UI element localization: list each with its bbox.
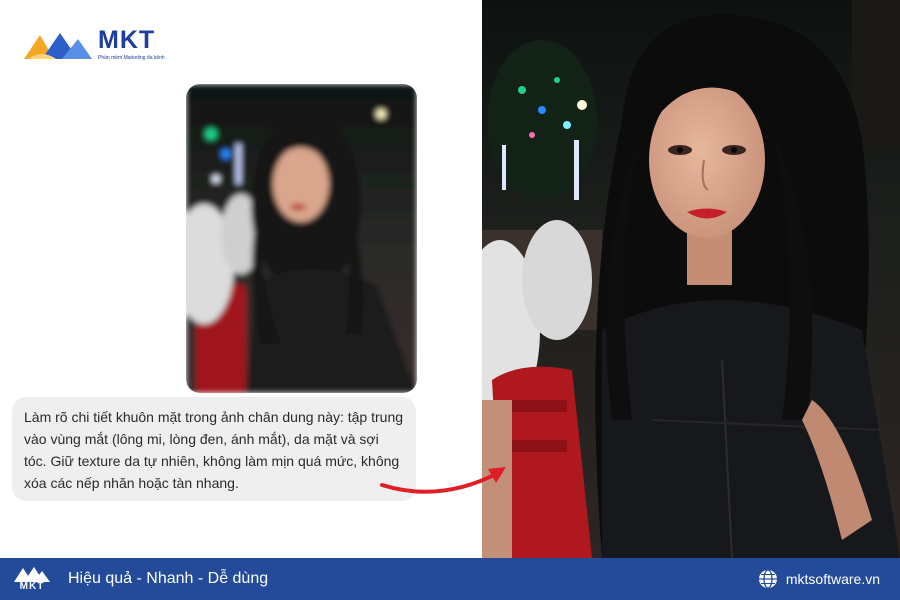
curved-arrow bbox=[380, 455, 510, 505]
curved-arrow-right-icon bbox=[380, 467, 506, 494]
prompt-text: Làm rõ chi tiết khuôn mặt trong ảnh chân… bbox=[24, 409, 404, 491]
logo-wordmark: MKT bbox=[98, 26, 156, 54]
prompt-bubble: Làm rõ chi tiết khuôn mặt trong ảnh chân… bbox=[12, 397, 416, 501]
website-link[interactable]: mktsoftware.vn bbox=[786, 571, 880, 587]
mkt-logo-icon bbox=[24, 32, 92, 59]
logo-tagline: Phần mềm Marketing đa kênh bbox=[98, 55, 165, 61]
footer-logo: MKT bbox=[14, 566, 50, 592]
portrait-photo-sharp bbox=[482, 0, 900, 558]
brand-logo: MKT Phần mềm Marketing đa kênh bbox=[22, 28, 165, 61]
globe-icon bbox=[758, 569, 777, 589]
footer-website[interactable]: mktsoftware.vn bbox=[758, 558, 880, 600]
portrait-photo-blurred bbox=[186, 84, 417, 393]
before-photo bbox=[186, 84, 417, 393]
footer-logo-wordmark: MKT bbox=[19, 581, 45, 592]
footer-slogan: Hiệu quả - Nhanh - Dễ dùng bbox=[68, 570, 269, 587]
footer-bar: MKT Hiệu quả - Nhanh - Dễ dùng mktsoftwa… bbox=[0, 558, 900, 600]
mkt-logo-icon bbox=[14, 567, 50, 582]
after-photo bbox=[482, 0, 900, 558]
